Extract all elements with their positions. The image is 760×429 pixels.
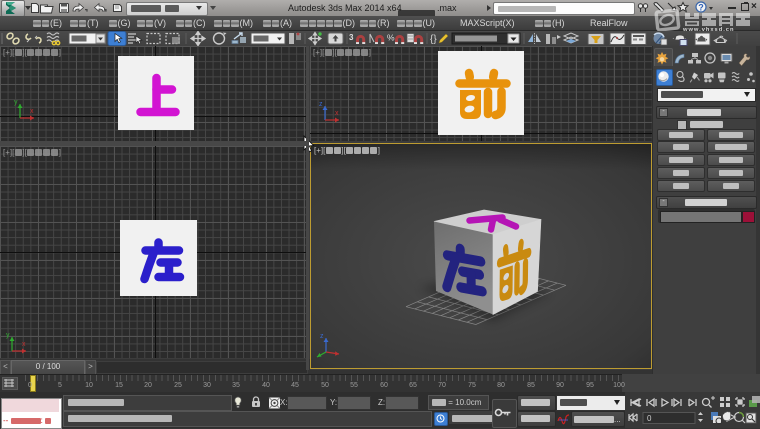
svg-text:{}: {} xyxy=(430,34,437,45)
svg-text:0: 0 xyxy=(647,414,652,423)
svg-text:3: 3 xyxy=(349,33,354,42)
svg-text:%: % xyxy=(387,33,395,43)
